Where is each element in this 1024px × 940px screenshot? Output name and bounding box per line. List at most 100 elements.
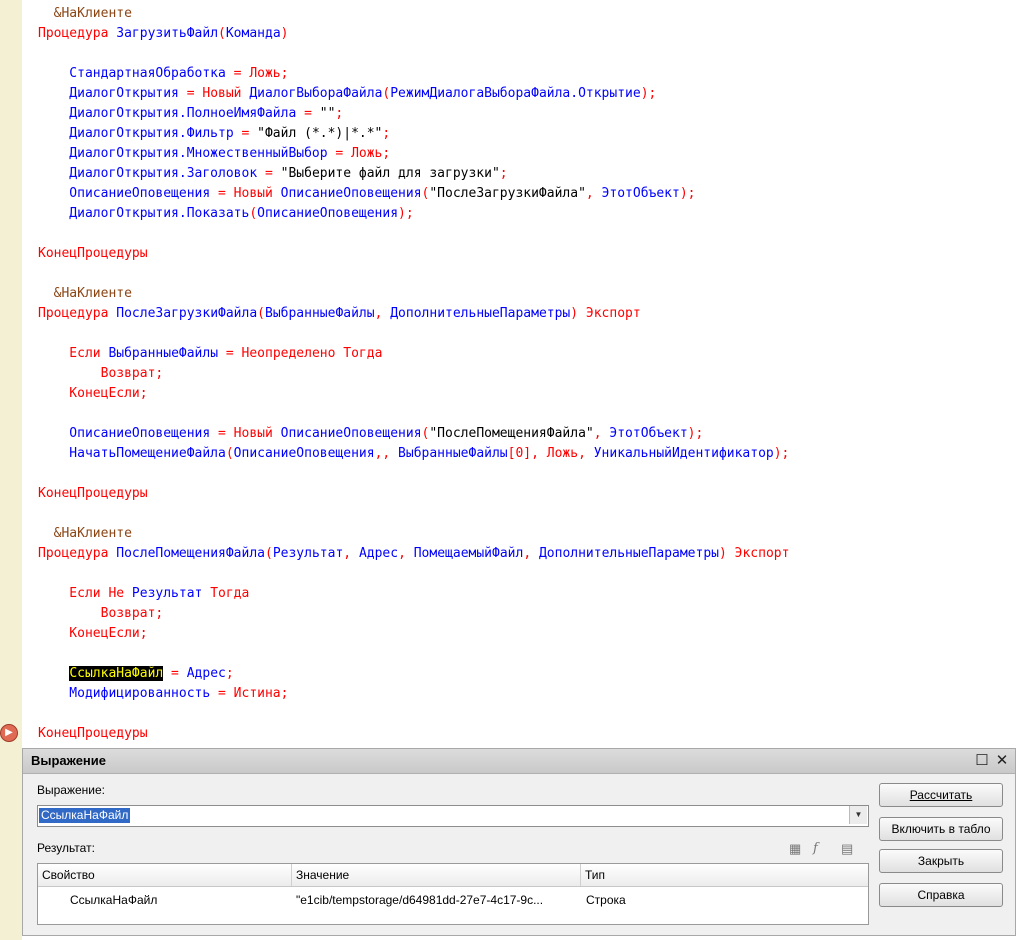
code-editor[interactable]: &НаКлиенте Процедура ЗагрузитьФайл(Команд… <box>0 0 1024 748</box>
code-text: &НаКлиенте <box>38 4 132 24</box>
code-line[interactable]: КонецПроцедуры <box>0 244 1024 264</box>
code-token: = Истина; <box>210 686 289 701</box>
code-token: КонецПроцедуры <box>38 726 148 741</box>
code-line[interactable] <box>0 564 1024 584</box>
code-token: РежимДиалогаВыбораФайла.Открытие <box>390 86 641 101</box>
chevron-down-icon[interactable]: ▼ <box>849 806 867 824</box>
code-token: ОписаниеОповещения <box>257 206 399 221</box>
code-token: ОписаниеОповещения <box>38 426 211 441</box>
code-token: Процедура <box>38 306 117 321</box>
column-value[interactable]: Значение <box>292 864 581 886</box>
help-button[interactable]: Справка <box>879 883 1003 907</box>
code-line[interactable]: Возврат; <box>0 604 1024 624</box>
code-token: [0], Ложь, <box>507 446 594 461</box>
code-line[interactable]: КонецЕсли; <box>0 384 1024 404</box>
code-line[interactable]: ДиалогОткрытия.Заголовок = "Выберите фай… <box>0 164 1024 184</box>
code-token: ) Экспорт <box>570 306 641 321</box>
result-table[interactable]: Свойство Значение Тип СсылкаНаФайл "e1ci… <box>37 863 869 925</box>
code-text: Возврат; <box>38 604 164 624</box>
expression-input[interactable]: СсылкаНаФайл <box>37 805 869 827</box>
function-icon[interactable]: f <box>813 841 818 856</box>
code-line[interactable] <box>0 44 1024 64</box>
code-token: КонецПроцедуры <box>38 486 148 501</box>
code-line[interactable] <box>0 704 1024 724</box>
code-line[interactable]: &НаКлиенте <box>0 284 1024 304</box>
code-line[interactable]: Процедура ПослеПомещенияФайла(Результат,… <box>0 544 1024 564</box>
code-line[interactable] <box>0 504 1024 524</box>
code-line[interactable] <box>0 464 1024 484</box>
result-table-header: Свойство Значение Тип <box>38 864 868 887</box>
code-line[interactable]: ДиалогОткрытия = Новый ДиалогВыбораФайла… <box>0 84 1024 104</box>
calculate-button[interactable]: Рассчитать <box>879 783 1003 807</box>
code-token: ; <box>499 166 508 181</box>
code-token: ( <box>257 306 265 321</box>
code-line[interactable] <box>0 264 1024 284</box>
code-token: ДиалогВыбораФайла <box>249 86 383 101</box>
code-token: ) <box>280 26 289 41</box>
code-text: Возврат; <box>38 364 164 384</box>
code-line[interactable]: Процедура ЗагрузитьФайл(Команда)− <box>0 24 1024 44</box>
close-button[interactable]: Закрыть <box>879 849 1003 873</box>
code-line[interactable]: Модифицированность = Истина; <box>0 684 1024 704</box>
code-line[interactable]: &НаКлиенте <box>0 4 1024 24</box>
code-token: Тогда <box>202 586 250 601</box>
code-text: КонецЕсли; <box>38 624 147 644</box>
code-line[interactable]: ДиалогОткрытия.Фильтр = "Файл (*.*)|*.*"… <box>0 124 1024 144</box>
column-property[interactable]: Свойство <box>38 864 292 886</box>
code-token: НачатьПомещениеФайла <box>38 446 226 461</box>
code-token: ДиалогОткрытия <box>38 86 179 101</box>
code-text: ДиалогОткрытия.Фильтр = "Файл (*.*)|*.*"… <box>38 124 390 144</box>
code-text: КонецПроцедуры <box>38 244 148 264</box>
code-line[interactable]: Если Не Результат Тогда <box>0 584 1024 604</box>
dialog-titlebar: Выражение ☐ ✕ <box>23 749 1015 774</box>
maximize-icon[interactable]: ☐ <box>973 752 991 769</box>
code-text: НачатьПомещениеФайла(ОписаниеОповещения,… <box>38 444 789 464</box>
code-token: ПослеЗагрузкиФайла <box>116 306 258 321</box>
code-line[interactable]: КонецПроцедуры <box>0 484 1024 504</box>
row-value[interactable]: "e1cib/tempstorage/d64981dd-27e7-4c17-9c… <box>296 890 584 910</box>
code-line[interactable] <box>0 404 1024 424</box>
code-token: ) Экспорт <box>718 546 790 561</box>
code-text: ДиалогОткрытия.ПолноеИмяФайла = ""; <box>38 104 343 124</box>
code-token: ПомещаемыйФайл <box>413 546 524 561</box>
add-to-board-button[interactable]: Включить в табло <box>879 817 1003 841</box>
row-property[interactable]: СсылкаНаФайл <box>70 890 288 910</box>
code-token: &НаКлиенте <box>38 6 132 21</box>
close-icon[interactable]: ✕ <box>993 752 1011 769</box>
code-line[interactable]: ОписаниеОповещения = Новый ОписаниеОпове… <box>0 184 1024 204</box>
code-line[interactable]: КонецЕсли; <box>0 624 1024 644</box>
copy-icon[interactable]: ▤ <box>841 841 853 857</box>
code-text: &НаКлиенте <box>38 284 132 304</box>
column-type[interactable]: Тип <box>581 864 867 886</box>
code-token: ОписаниеОповещения <box>38 186 211 201</box>
code-token: ДиалогОткрытия.Заголовок <box>38 166 258 181</box>
code-line[interactable]: ОписаниеОповещения = Новый ОписаниеОпове… <box>0 424 1024 444</box>
code-line[interactable]: ДиалогОткрытия.МножественныйВыбор = Ложь… <box>0 144 1024 164</box>
code-line[interactable]: СтандартнаяОбработка = Ложь; <box>0 64 1024 84</box>
code-line[interactable] <box>0 224 1024 244</box>
code-token: Процедура <box>38 546 117 561</box>
properties-icon[interactable]: ▦ <box>789 841 801 857</box>
code-token: ; <box>335 106 344 121</box>
code-token: ( <box>218 26 226 41</box>
code-line[interactable]: Возврат; <box>0 364 1024 384</box>
code-token: Команда <box>225 26 281 41</box>
code-token: = <box>233 126 258 141</box>
code-token: ); <box>773 446 790 461</box>
code-line[interactable] <box>0 324 1024 344</box>
code-line[interactable]: Процедура ПослеЗагрузкиФайла(ВыбранныеФа… <box>0 304 1024 324</box>
breakpoint-arrow-icon[interactable]: ▶ <box>0 724 18 742</box>
code-line[interactable]: КонецПроцедуры <box>0 724 1024 744</box>
code-line[interactable]: ДиалогОткрытия.ПолноеИмяФайла = ""; <box>0 104 1024 124</box>
code-token: ); <box>398 206 414 221</box>
code-token: "ПослеЗагрузкиФайла" <box>429 186 586 201</box>
code-line[interactable]: СсылкаНаФайл = Адрес; <box>0 664 1024 684</box>
row-type[interactable]: Строка <box>586 890 856 910</box>
code-token: ); <box>687 426 704 441</box>
code-text: Процедура ПослеПомещенияФайла(Результат,… <box>38 544 789 564</box>
code-line[interactable]: ДиалогОткрытия.Показать(ОписаниеОповещен… <box>0 204 1024 224</box>
code-line[interactable]: Если ВыбранныеФайлы = Неопределено Тогда <box>0 344 1024 364</box>
code-line[interactable]: &НаКлиенте <box>0 524 1024 544</box>
code-line[interactable]: НачатьПомещениеФайла(ОписаниеОповещения,… <box>0 444 1024 464</box>
code-line[interactable] <box>0 644 1024 664</box>
